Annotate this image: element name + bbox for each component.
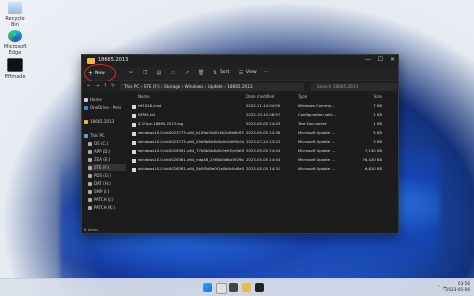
file-row[interactable]: rtf1026.cmd 2022-11-14 04:00 Windows Comma… bbox=[128, 103, 396, 111]
recycle-bin-icon bbox=[8, 2, 22, 14]
new-button[interactable]: + New bbox=[84, 64, 116, 83]
file-icon bbox=[132, 150, 136, 154]
drive-icon bbox=[88, 173, 92, 178]
desktop-icon-file[interactable]: ffffmade bbox=[4, 58, 26, 80]
forward-icon[interactable]: → bbox=[95, 83, 99, 89]
minimize-button[interactable]: — bbox=[365, 56, 371, 63]
drive-icon bbox=[88, 205, 92, 210]
file-icon bbox=[132, 168, 136, 172]
up-icon[interactable]: ↑ bbox=[103, 83, 107, 89]
file-icon bbox=[132, 132, 136, 136]
file-icon bbox=[132, 123, 136, 127]
more-options-button[interactable]: ⋯ bbox=[264, 70, 269, 75]
cut-icon[interactable]: ✂ bbox=[128, 70, 134, 76]
nav-item-drive[interactable]: APP (D:) bbox=[88, 148, 110, 155]
desktop-icon-label: ffffmade bbox=[4, 74, 26, 80]
nav-item-onedrive[interactable]: OneDrive - Pers bbox=[84, 104, 121, 111]
column-header-name[interactable]: Name bbox=[138, 94, 244, 99]
view-button[interactable]: View bbox=[246, 70, 257, 75]
file-row[interactable]: windows10.0-kb5026361-x64_77b8b0b4b0c0e0… bbox=[128, 148, 396, 156]
nav-item-drive[interactable]: PATCH (J:) bbox=[88, 196, 114, 203]
view-icon[interactable]: ☰ bbox=[238, 70, 244, 76]
file-explorer-icon[interactable] bbox=[242, 283, 251, 292]
file-icon bbox=[132, 105, 136, 109]
nav-item-drive[interactable]: ZEA (E:) bbox=[88, 156, 110, 163]
back-icon[interactable]: ← bbox=[87, 83, 91, 89]
copy-icon[interactable]: ❐ bbox=[142, 70, 148, 76]
start-icon[interactable] bbox=[203, 283, 212, 292]
address-bar-row: ← → ↑ ↻ This PC › STE (F:) › Storage › W… bbox=[82, 81, 398, 93]
terminal-icon[interactable] bbox=[255, 283, 264, 292]
file-row[interactable]: windows10.0-kb5023773-x64_25b8b6b4b0b0c0… bbox=[128, 139, 396, 147]
cloud-icon bbox=[84, 105, 88, 110]
nav-item-this-pc[interactable]: This PC bbox=[84, 132, 105, 139]
desktop-icon-recycle-bin[interactable]: Recycle Bin bbox=[4, 2, 26, 28]
file-row[interactable]: windows10.0-kb5026361-x64_ndp48_25f8b0b6… bbox=[128, 157, 396, 165]
drive-icon bbox=[88, 141, 92, 146]
column-headers: Name Date modified Type Size bbox=[128, 94, 396, 102]
drive-icon bbox=[88, 181, 92, 186]
search-icon[interactable] bbox=[216, 283, 227, 294]
desktop-icon-label: Recycle Bin bbox=[5, 16, 25, 28]
desktop-icon-edge[interactable]: Microsoft Edge bbox=[4, 30, 27, 56]
file-thumbnail-icon bbox=[7, 58, 23, 72]
status-bar: 8 items bbox=[84, 227, 99, 232]
edge-icon bbox=[8, 30, 22, 42]
nav-item-folder[interactable]: 18665.2013 bbox=[84, 118, 114, 125]
file-icon bbox=[132, 159, 136, 163]
drive-icon bbox=[88, 189, 92, 194]
nav-item-drive[interactable]: PATCH (K:) bbox=[88, 204, 115, 211]
file-row[interactable]: windows10.0-kb5026361-x64_5b5f0d0e0f1a0b… bbox=[128, 166, 396, 174]
file-list: Name Date modified Type Size rtf1026.cmd… bbox=[128, 94, 396, 225]
drive-icon bbox=[88, 197, 92, 202]
column-header-size[interactable]: Size bbox=[348, 94, 382, 99]
file-row[interactable]: 4-1Opx-18665.2013.log 2023-05-05 14:43 Tex… bbox=[128, 121, 396, 129]
nav-item-drive[interactable]: SMP (I:) bbox=[88, 188, 109, 195]
file-explorer-window: 18665.2013 — ☐ ✕ + New ✂ ❐ ▤ ▭ ↗ 🗑 ⇅ Sor… bbox=[81, 54, 399, 234]
pc-icon bbox=[84, 133, 88, 138]
file-row[interactable]: windows10.0-kb5023773-x64_b10fac5b5fc0b2… bbox=[128, 130, 396, 138]
file-icon bbox=[132, 141, 136, 145]
desktop-icon-label: Microsoft Edge bbox=[4, 44, 27, 56]
drive-icon bbox=[88, 165, 92, 170]
delete-icon[interactable]: 🗑 bbox=[198, 70, 204, 76]
window-title: 18665.2013 bbox=[98, 57, 129, 63]
navigation-pane: Home OneDrive - Pers 18665.2013 This PC … bbox=[82, 94, 126, 225]
nav-item-drive[interactable]: OS (C:) bbox=[88, 140, 108, 147]
home-icon bbox=[84, 97, 88, 102]
nav-item-drive[interactable]: PDS (G:) bbox=[88, 172, 111, 179]
file-row[interactable]: NFM4.txt 2022-10-14 06:57 Configuration se… bbox=[128, 112, 396, 120]
drive-icon bbox=[88, 157, 92, 162]
search-input[interactable]: Search 18665.2013 bbox=[311, 83, 397, 91]
sort-icon[interactable]: ⇅ bbox=[212, 70, 218, 76]
command-bar: + New ✂ ❐ ▤ ▭ ↗ 🗑 ⇅ Sort ☰ View ⋯ bbox=[82, 64, 398, 83]
share-icon[interactable]: ↗ bbox=[184, 70, 190, 76]
nav-item-drive[interactable]: DAT (H:) bbox=[88, 180, 111, 187]
drive-icon bbox=[88, 149, 92, 154]
refresh-icon[interactable]: ↻ bbox=[111, 83, 115, 89]
maximize-button[interactable]: ☐ bbox=[378, 56, 383, 63]
folder-icon bbox=[84, 119, 88, 124]
sort-button[interactable]: Sort bbox=[220, 70, 229, 75]
clock[interactable]: 03:56 2023-05-06 bbox=[446, 281, 470, 293]
nav-item-drive-selected[interactable]: STE (F:) bbox=[88, 164, 126, 171]
close-button[interactable]: ✕ bbox=[390, 56, 395, 63]
address-input[interactable]: This PC › STE (F:) › Storage › Windows ›… bbox=[120, 83, 304, 91]
file-icon bbox=[132, 114, 136, 118]
tray-chevron-icon[interactable]: ˄ bbox=[438, 285, 440, 290]
title-bar[interactable]: 18665.2013 — ☐ ✕ bbox=[82, 55, 398, 67]
nav-item-home[interactable]: Home bbox=[84, 96, 102, 103]
column-header-type[interactable]: Type bbox=[298, 94, 344, 99]
column-header-date[interactable]: Date modified bbox=[246, 94, 296, 99]
clock-date: 2023-05-06 bbox=[445, 287, 470, 292]
rename-icon[interactable]: ▭ bbox=[170, 70, 176, 76]
task-view-icon[interactable] bbox=[229, 283, 238, 292]
folder-icon bbox=[87, 58, 95, 64]
paste-icon[interactable]: ▤ bbox=[156, 70, 162, 76]
taskbar: ˄ ◔ 03:56 2023-05-06 bbox=[0, 278, 474, 296]
